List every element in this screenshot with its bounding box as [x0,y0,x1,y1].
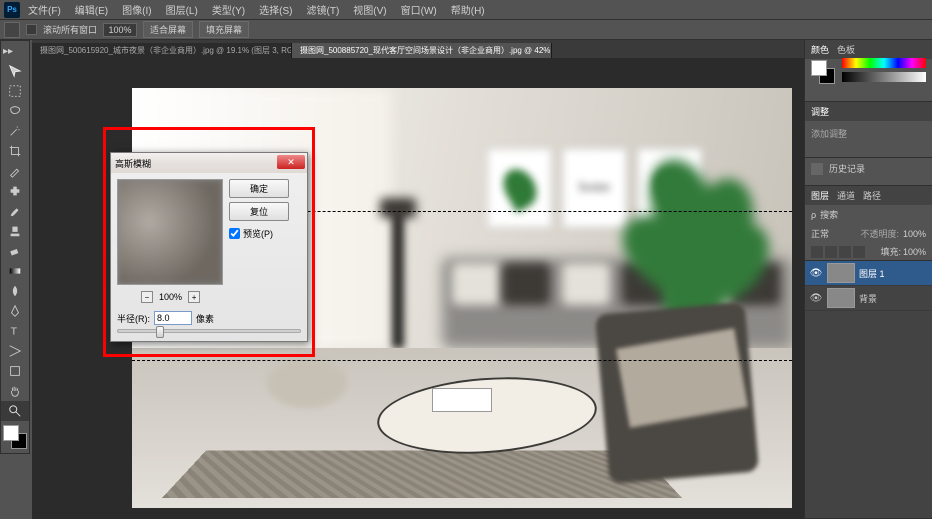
zoom-percent-field[interactable]: 100% [103,23,137,37]
menu-type[interactable]: 类型(Y) [206,0,251,19]
layer-row[interactable]: 👁 背景 [805,286,932,311]
adjustments-panel: 调整 添加调整 [805,102,932,158]
color-tab[interactable]: 颜色 [811,43,829,56]
visibility-eye-icon[interactable]: 👁 [809,266,823,280]
preview-label: 预览(P) [243,227,273,240]
fill-label: 填充: [880,245,901,258]
radius-slider[interactable] [117,329,301,333]
adjust-tab[interactable]: 调整 [811,105,829,118]
paths-tab[interactable]: 路径 [863,189,881,202]
layer-list: 👁 图层 1 👁 背景 [805,260,932,518]
fg-color-icon[interactable] [3,425,19,441]
menu-filter[interactable]: 滤镜(T) [301,0,346,19]
slider-thumb-icon[interactable] [156,326,164,338]
stamp-tool-icon[interactable] [1,221,29,241]
layer-thumb-icon [827,263,855,283]
toolbox-collapse-icon[interactable]: ▸▸ [1,41,15,61]
radius-input[interactable] [154,311,192,325]
lock-position-icon[interactable] [839,246,851,258]
layer-row[interactable]: 👁 图层 1 [805,261,932,286]
radius-unit-label: 像素 [196,312,214,325]
ok-button[interactable]: 确定 [229,179,289,198]
search-label: 搜索 [820,208,926,221]
marquee-tool-icon[interactable] [1,81,29,101]
document-tab-bar: 摄图网_500615920_城市夜景（非企业商用）.jpg @ 19.1% (图… [32,40,804,58]
move-tool-icon[interactable] [1,61,29,81]
layer-name-label[interactable]: 图层 1 [859,267,928,280]
eyedropper-tool-icon[interactable] [1,161,29,181]
dialog-title: 高斯模糊 [115,157,151,170]
fit-screen-button[interactable]: 适合屏幕 [143,21,193,38]
dialog-close-button[interactable]: ✕ [277,155,305,169]
options-bar: 滚动所有窗口 100% 适合屏幕 填充屏幕 [0,20,932,40]
color-panel: 颜色 色板 [805,40,932,102]
opacity-value[interactable]: 100% [903,229,926,239]
layer-name-label[interactable]: 背景 [859,292,928,305]
blur-tool-icon[interactable] [1,281,29,301]
dialog-preview[interactable] [117,179,223,285]
document-tab[interactable]: 摄图网_500885720_现代客厅空间场景设计（非企业商用）.jpg @ 42… [292,43,552,58]
gradient-tool-icon[interactable] [1,261,29,281]
menu-select[interactable]: 选择(S) [253,0,298,19]
heal-tool-icon[interactable] [1,181,29,201]
menu-edit[interactable]: 编辑(E) [69,0,114,19]
preview-checkbox[interactable] [229,228,240,239]
tool-preset-icon[interactable] [4,22,20,38]
lock-pixels-icon[interactable] [825,246,837,258]
visibility-eye-icon[interactable]: 👁 [809,291,823,305]
pin-icon[interactable] [811,163,823,175]
fill-screen-button[interactable]: 填充屏幕 [199,21,249,38]
pen-tool-icon[interactable] [1,301,29,321]
zoom-out-button[interactable]: − [141,291,153,303]
right-panel-column: 颜色 色板 调整 添加调整 历史记录 图层 通道 路径 ρ 搜索 正常 不透明度… [804,40,932,519]
svg-text:T: T [11,326,18,338]
eraser-tool-icon[interactable] [1,241,29,261]
lock-transparent-icon[interactable] [811,246,823,258]
dialog-titlebar[interactable]: 高斯模糊 ✕ [111,153,307,173]
path-tool-icon[interactable] [1,341,29,361]
lock-all-icon[interactable] [853,246,865,258]
menu-view[interactable]: 视图(V) [347,0,392,19]
crop-tool-icon[interactable] [1,141,29,161]
opacity-label: 不透明度: [860,227,899,240]
ps-logo-icon: Ps [4,2,20,18]
bw-strip[interactable] [842,72,926,82]
swatches-tab[interactable]: 色板 [837,43,855,56]
hue-strip[interactable] [842,58,926,68]
scroll-all-label: 滚动所有窗口 [43,23,97,36]
radius-label: 半径(R): [117,312,150,325]
toolbox: ▸▸ T [0,40,30,454]
hand-tool-icon[interactable] [1,381,29,401]
history-tab[interactable]: 历史记录 [829,162,865,175]
menu-window[interactable]: 窗口(W) [395,0,443,19]
fg-bg-color-swatch[interactable] [3,425,27,449]
cancel-button[interactable]: 复位 [229,202,289,221]
layers-tab[interactable]: 图层 [811,189,829,202]
adjust-hint-label: 添加调整 [805,121,932,146]
wand-tool-icon[interactable] [1,121,29,141]
menu-image[interactable]: 图像(I) [116,0,157,19]
type-tool-icon[interactable]: T [1,321,29,341]
menu-file[interactable]: 文件(F) [22,0,67,19]
gaussian-blur-dialog: 高斯模糊 ✕ 确定 复位 预览(P) − 100% + 半径(R): 像素 [110,152,308,342]
shape-tool-icon[interactable] [1,361,29,381]
scroll-all-checkbox[interactable] [26,24,37,35]
fill-value[interactable]: 100% [903,247,926,257]
zoom-in-button[interactable]: + [188,291,200,303]
menu-layer[interactable]: 图层(L) [160,0,204,19]
document-tab[interactable]: 摄图网_500615920_城市夜景（非企业商用）.jpg @ 19.1% (图… [32,43,292,58]
zoom-percent-label: 100% [159,292,182,302]
menu-bar: Ps 文件(F) 编辑(E) 图像(I) 图层(L) 类型(Y) 选择(S) 滤… [0,0,932,20]
history-panel: 历史记录 [805,158,932,186]
panel-color-swatch[interactable] [811,60,835,84]
blend-mode-select[interactable]: 正常 [811,227,856,240]
menu-help[interactable]: 帮助(H) [445,0,491,19]
channels-tab[interactable]: 通道 [837,189,855,202]
lasso-tool-icon[interactable] [1,101,29,121]
layer-thumb-icon [827,288,855,308]
zoom-tool-icon[interactable] [1,401,29,421]
brush-tool-icon[interactable] [1,201,29,221]
layers-panel: 图层 通道 路径 ρ 搜索 正常 不透明度: 100% 填充: 100% 👁 [805,186,932,519]
